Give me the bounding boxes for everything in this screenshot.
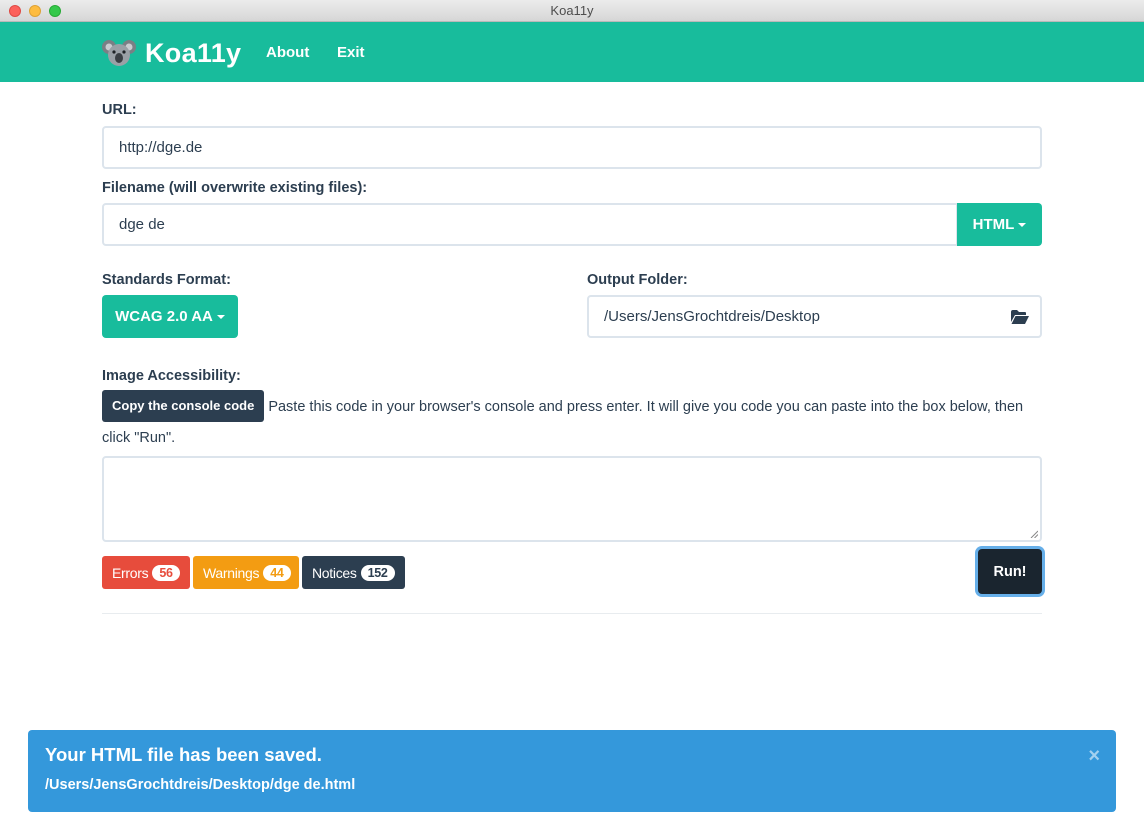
url-input-value: http://dge.de	[119, 139, 203, 156]
filename-input-value: dge de	[119, 216, 165, 233]
window-titlebar: Koa11y	[0, 0, 1144, 22]
window-close-button[interactable]	[9, 5, 21, 17]
koala-logo-icon	[102, 40, 136, 66]
window-maximize-button[interactable]	[49, 5, 61, 17]
file-format-dropdown[interactable]: HTML	[957, 203, 1042, 246]
filename-input[interactable]: dge de	[102, 203, 958, 246]
divider	[102, 613, 1042, 614]
warnings-button[interactable]: Warnings 44	[193, 556, 299, 589]
chevron-down-icon	[216, 314, 225, 319]
nav-exit-link[interactable]: Exit	[337, 44, 365, 61]
close-icon[interactable]: ×	[1088, 745, 1100, 768]
copy-console-code-button[interactable]: Copy the console code	[102, 390, 265, 422]
navbar: Koa11y About Exit	[0, 22, 1144, 82]
nav-about-link[interactable]: About	[266, 44, 309, 61]
standards-label: Standards Format:	[102, 272, 231, 288]
errors-count-badge: 56	[152, 564, 180, 581]
chevron-down-icon	[1018, 222, 1027, 227]
brand-name: Koa11y	[145, 37, 242, 68]
notices-count-badge: 152	[360, 564, 395, 581]
filename-label: Filename (will overwrite existing files)…	[102, 180, 368, 196]
console-output-textarea[interactable]	[102, 456, 1042, 542]
brand[interactable]: Koa11y	[102, 37, 241, 69]
output-folder-value: /Users/JensGrochtdreis/Desktop	[604, 308, 820, 325]
standards-value: WCAG 2.0 AA	[115, 308, 213, 325]
image-accessibility-label: Image Accessibility:	[102, 368, 241, 384]
url-input[interactable]: http://dge.de	[102, 126, 1042, 169]
folder-open-icon[interactable]	[1011, 310, 1029, 324]
run-button[interactable]: Run!	[978, 549, 1042, 594]
alert-title: Your HTML file has been saved.	[45, 744, 322, 765]
file-format-label: HTML	[972, 216, 1015, 233]
errors-button[interactable]: Errors 56	[102, 556, 190, 589]
window-title: Koa11y	[550, 3, 594, 18]
output-folder-input[interactable]: /Users/JensGrochtdreis/Desktop	[587, 295, 1042, 338]
notices-label: Notices	[312, 564, 357, 581]
saved-alert: Your HTML file has been saved. /Users/Je…	[28, 730, 1116, 812]
output-folder-label: Output Folder:	[587, 272, 688, 288]
resize-handle-icon[interactable]	[1030, 530, 1038, 538]
alert-file-path: /Users/JensGrochtdreis/Desktop/dge de.ht…	[45, 777, 356, 793]
notices-button[interactable]: Notices 152	[302, 556, 405, 589]
warnings-count-badge: 44	[263, 564, 291, 581]
warnings-label: Warnings	[203, 564, 260, 581]
errors-label: Errors	[112, 564, 149, 581]
url-label: URL:	[102, 102, 137, 118]
standards-dropdown[interactable]: WCAG 2.0 AA	[102, 295, 238, 338]
image-accessibility-help: Copy the console code Paste this code in …	[102, 390, 1047, 453]
window-minimize-button[interactable]	[29, 5, 41, 17]
